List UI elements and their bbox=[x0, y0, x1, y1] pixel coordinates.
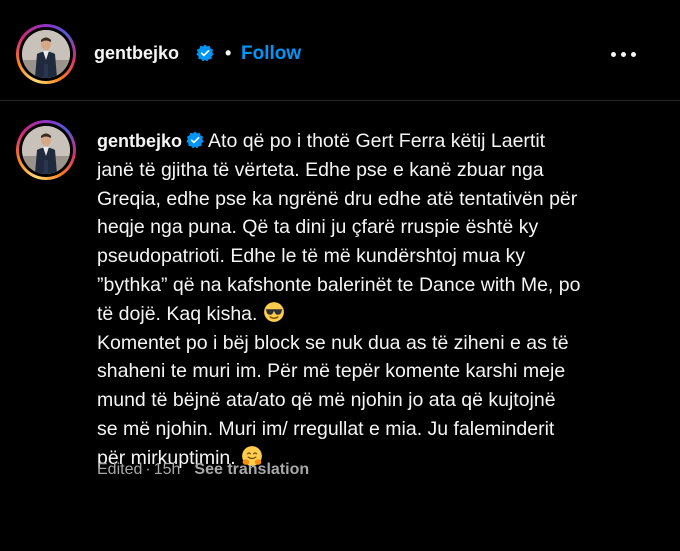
avatar bbox=[22, 30, 70, 78]
caption-text-line: pseudopatrioti. Edhe le të më kundërshto… bbox=[97, 245, 526, 268]
caption-text-line: Greqia, edhe pse ka ngrënë dru edhe atë … bbox=[97, 187, 578, 210]
comment-avatar bbox=[22, 126, 70, 174]
caption-text-line: të dojë. Kaq kisha. bbox=[97, 302, 258, 325]
header-username[interactable]: gentbejko bbox=[94, 43, 179, 64]
follow-button[interactable]: Follow bbox=[241, 43, 301, 65]
verified-badge-icon bbox=[186, 131, 204, 149]
avatar-gap bbox=[19, 123, 73, 177]
caption-line: të dojë. Kaq kisha. bbox=[97, 300, 657, 329]
more-options-icon[interactable] bbox=[611, 44, 637, 64]
see-translation-button[interactable]: See translation bbox=[194, 461, 309, 478]
comment-avatar-story-ring[interactable] bbox=[16, 120, 76, 180]
caption-text-line: se më njohin. Muri im/ rregullat e mia. … bbox=[97, 417, 555, 440]
caption-text-line: Ato që po i thotë Gert Ferra këtij Laert… bbox=[208, 130, 546, 152]
caption-text-line: shaheni te muri im. Për më tepër komente… bbox=[97, 360, 566, 383]
meta-separator: · bbox=[145, 461, 151, 478]
avatar-story-ring[interactable] bbox=[16, 24, 76, 84]
edited-label: Edited bbox=[97, 461, 143, 478]
caption-text-line: mund të bëjnë ata/ato që më njohin jo at… bbox=[97, 389, 556, 412]
caption-text-line: janë të gjitha të vërteta. Edhe pse e ka… bbox=[97, 158, 544, 181]
verified-badge-icon bbox=[196, 44, 214, 62]
caption-text: gentbejko Ato që po i thotë Gert Ferra kë… bbox=[97, 127, 657, 473]
avatar-person-image bbox=[22, 126, 70, 174]
comment-username[interactable]: gentbejko bbox=[97, 131, 182, 151]
caption-text-line: Komentet po i bëj block se nuk dua as të… bbox=[97, 331, 569, 354]
caption-text-line: heqje nga puna. Që ta dini ju çfarë rrus… bbox=[97, 216, 539, 239]
comment-meta: Edited · 15h See translation bbox=[97, 461, 309, 479]
timestamp[interactable]: 15h bbox=[154, 461, 181, 478]
avatar-person-image bbox=[22, 30, 70, 78]
post-header: gentbejko • Follow bbox=[0, 0, 680, 101]
caption-text-line: ”bythka” që na kafshonte balerinët te Da… bbox=[97, 273, 581, 296]
sunglasses-emoji-icon bbox=[263, 301, 284, 322]
avatar-gap bbox=[19, 27, 73, 81]
instagram-post-panel: gentbejko • Follow gentbejko Ato që po i… bbox=[0, 0, 680, 551]
separator-dot: • bbox=[225, 43, 232, 63]
caption-line: gentbejko Ato që po i thotë Gert Ferra kë… bbox=[97, 127, 657, 156]
